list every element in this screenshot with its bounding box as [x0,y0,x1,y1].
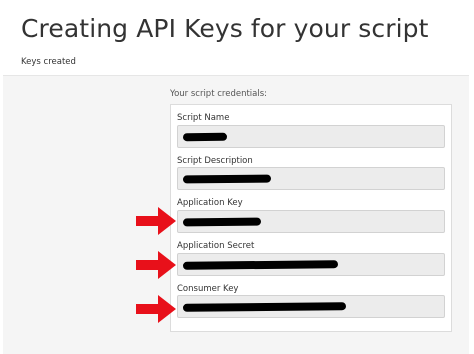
redaction-mark [182,174,272,184]
redaction-mark [182,132,228,142]
application-secret-label: Application Secret [177,241,255,251]
script-description-label: Script Description [177,156,253,166]
consumer-key-field[interactable] [177,295,445,318]
script-name-label: Script Name [177,113,230,123]
credentials-heading: Your script credentials: [170,89,268,99]
right-arrow-icon [136,207,176,235]
redaction-mark [182,260,339,270]
right-arrow-icon [136,295,176,323]
page-title: Creating API Keys for your script [21,14,429,43]
application-key-field[interactable] [177,210,445,233]
consumer-key-label: Consumer Key [177,284,239,294]
script-name-field[interactable] [177,125,445,148]
application-secret-field[interactable] [177,253,445,276]
application-key-label: Application Key [177,198,243,208]
redaction-mark [182,217,262,227]
redaction-mark [182,302,347,312]
right-arrow-icon [136,251,176,279]
status-message: Keys created [21,57,76,67]
script-description-field[interactable] [177,167,445,190]
